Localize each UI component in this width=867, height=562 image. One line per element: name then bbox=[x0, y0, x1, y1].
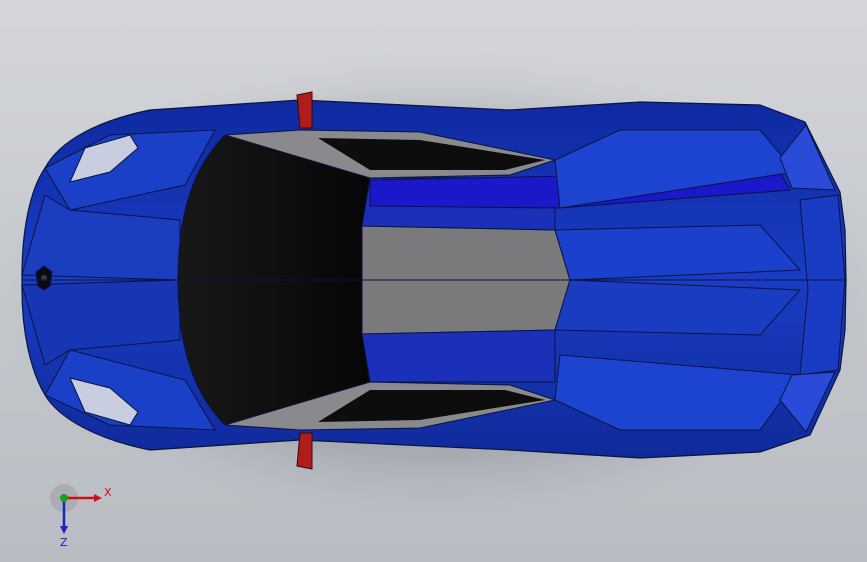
front-badge bbox=[35, 265, 53, 291]
side-mirror-upper bbox=[296, 91, 313, 129]
side-mirror-lower bbox=[296, 432, 313, 470]
car-model-top-view[interactable] bbox=[0, 0, 867, 562]
graphics-viewport[interactable]: X Z bbox=[0, 0, 867, 562]
y-axis-dot bbox=[60, 494, 68, 502]
x-axis-arrow bbox=[94, 494, 102, 502]
engine-cover-lower bbox=[554, 279, 802, 336]
axis-triad[interactable]: X Z bbox=[46, 480, 116, 550]
engine-cover-upper bbox=[554, 224, 802, 281]
roof-side-lower bbox=[361, 329, 556, 383]
z-axis-arrow bbox=[60, 526, 68, 534]
x-axis-label: X bbox=[104, 486, 112, 499]
z-axis-label: Z bbox=[60, 536, 68, 549]
